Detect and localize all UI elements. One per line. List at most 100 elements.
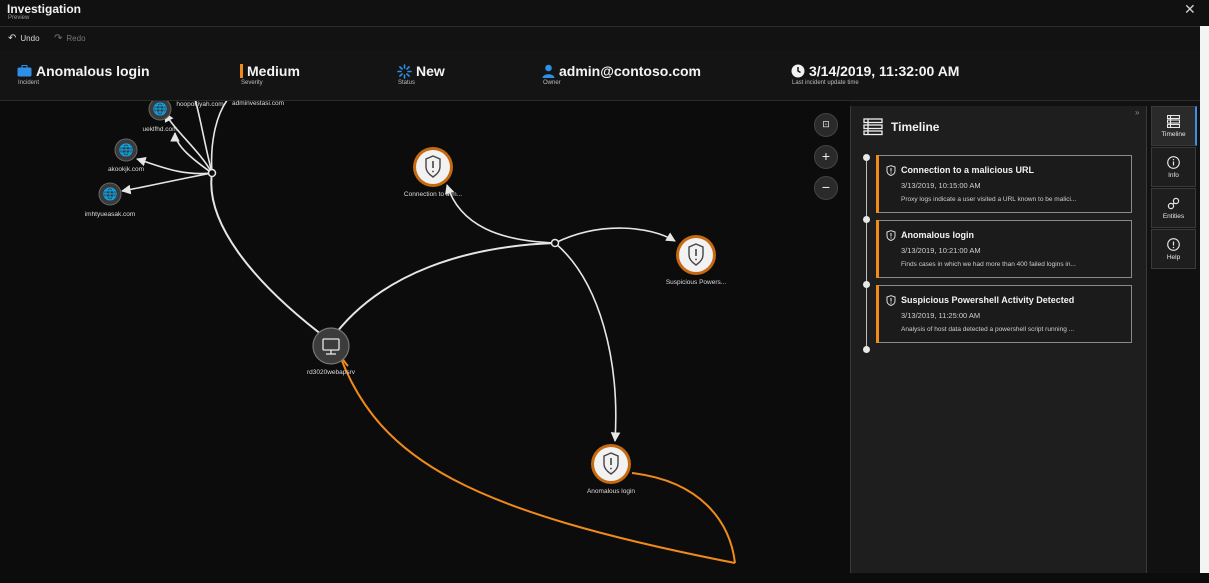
timeline-list-icon: [863, 118, 883, 136]
updated-value: 3/14/2019, 11:32:00 AM: [809, 63, 960, 79]
fit-to-screen-button[interactable]: ⊡: [814, 113, 838, 137]
entities-link-icon: [1167, 197, 1180, 210]
bottom-strip: [0, 573, 1209, 583]
node-alert-connection[interactable]: [413, 147, 453, 187]
timeline-header: Timeline: [863, 118, 939, 136]
status-label: Status: [398, 80, 416, 86]
node-alert-anomalous[interactable]: [591, 444, 631, 484]
rail-entities-button[interactable]: Entities: [1151, 188, 1196, 228]
window-subtitle: Preview: [8, 15, 30, 21]
user-icon: [542, 64, 555, 78]
timeline-item[interactable]: Anomalous login 3/13/2019, 10:21:00 AM F…: [876, 220, 1132, 278]
severity-accent: [876, 285, 879, 343]
help-icon: [1167, 238, 1180, 251]
zoom-in-button[interactable]: +: [814, 145, 838, 169]
edge-hub2-connection: [445, 184, 556, 244]
window-edge: [1200, 26, 1209, 583]
alert-shield-icon: [886, 165, 896, 176]
collapse-panel-button[interactable]: »: [1135, 108, 1139, 117]
alert-shield-icon: [886, 230, 896, 241]
undo-label: Undo: [20, 34, 40, 43]
rail-info-button[interactable]: Info: [1151, 147, 1196, 187]
incident-briefcase-icon: [17, 65, 32, 77]
timeline-item-date: 3/13/2019, 10:21:00 AM: [901, 246, 981, 255]
rail-timeline-button[interactable]: Timeline: [1151, 106, 1197, 146]
rail-entities-label: Entities: [1162, 213, 1185, 220]
redo-button[interactable]: ↷ Redo: [54, 33, 86, 44]
edge-host-hub2: [329, 242, 556, 342]
toolbar: ↶ Undo ↷ Redo: [0, 26, 1200, 52]
status-block: New Status: [397, 63, 445, 86]
node-label-host: rd3020webapsrv: [306, 369, 356, 376]
redo-icon: ↷: [54, 33, 63, 44]
undo-button[interactable]: ↶ Undo: [8, 33, 40, 44]
timeline-item-date: 3/13/2019, 10:15:00 AM: [901, 181, 981, 190]
timeline-dot-2: [863, 281, 870, 288]
edge-host-anomalous-orange: [339, 355, 736, 564]
severity-value: Medium: [247, 63, 300, 79]
node-host[interactable]: [312, 327, 350, 365]
edge-hub1-domain5: [210, 101, 228, 174]
timeline-item-desc: Finds cases in which we had more than 40…: [901, 261, 1076, 268]
severity-label: Severity: [241, 80, 263, 86]
timeline-dot-3: [863, 346, 870, 353]
info-icon: [1167, 156, 1180, 169]
window-title: Investigation: [7, 2, 82, 16]
status-value: New: [416, 63, 445, 79]
timeline-item-title: Connection to a malicious URL: [901, 165, 1035, 175]
timeline-item-date: 3/13/2019, 11:25:00 AM: [901, 311, 981, 320]
node-label-powershell: Suspicious Powers...: [665, 279, 727, 286]
severity-accent: [876, 220, 879, 278]
node-domain-1[interactable]: 🌐: [148, 101, 172, 121]
graph-hub-1: [207, 168, 217, 178]
owner-label: Owner: [543, 80, 561, 86]
title-bar: Investigation Preview ✕: [0, 0, 1209, 26]
close-icon[interactable]: ✕: [1184, 1, 1196, 18]
timeline-item-title: Suspicious Powershell Activity Detected: [901, 295, 1075, 305]
incident-name: Anomalous login: [36, 63, 150, 79]
undo-icon: ↶: [8, 33, 17, 44]
rail-timeline-label: Timeline: [1161, 131, 1186, 138]
timeline-item-title: Anomalous login: [901, 230, 974, 240]
node-domain-3[interactable]: 🌐: [114, 138, 138, 162]
node-alert-powershell[interactable]: [676, 235, 716, 275]
node-label-domain-2: ueklfhd.com: [142, 126, 178, 133]
timeline-item[interactable]: Suspicious Powershell Activity Detected …: [876, 285, 1132, 343]
svg-text:🌐: 🌐: [153, 102, 168, 116]
status-new-icon: [397, 63, 412, 79]
timeline-title: Timeline: [891, 120, 940, 134]
timeline-list-icon: [1167, 115, 1180, 128]
timeline-item[interactable]: Connection to a malicious URL 3/13/2019,…: [876, 155, 1132, 213]
rail-help-label: Help: [1166, 254, 1181, 261]
incident-header: Anomalous login Incident Medium Severity…: [0, 50, 1200, 101]
owner-block: admin@contoso.com Owner: [542, 63, 701, 86]
side-rail: Timeline Info Entities Help: [1151, 106, 1197, 269]
severity-accent: [876, 155, 879, 213]
updated-block: 3/14/2019, 11:32:00 AM Last incident upd…: [791, 63, 959, 86]
timeline-item-desc: Proxy logs indicate a user visited a URL…: [901, 196, 1077, 203]
node-label-domain-1: hoopoitiyah.com: [176, 101, 224, 108]
graph-svg: 🌐 🌐 🌐: [98, 101, 736, 564]
edge-hub2-anomalous: [554, 242, 621, 442]
svg-text:🌐: 🌐: [119, 143, 134, 157]
incident-name-label: Incident: [18, 80, 40, 86]
node-label-anomalous: Anomalous login: [586, 488, 636, 495]
investigation-graph[interactable]: 🌐 🌐 🌐 hoopoitiyah.com ueklfhd.com akookj…: [0, 100, 850, 583]
updated-label: Last incident update time: [792, 80, 859, 86]
zoom-out-button[interactable]: −: [814, 176, 838, 200]
rail-help-button[interactable]: Help: [1151, 229, 1196, 269]
alert-shield-icon: [886, 295, 896, 306]
timeline-item-desc: Analysis of host data detected a powersh…: [901, 326, 1075, 333]
node-domain-4[interactable]: 🌐: [98, 182, 122, 206]
svg-text:🌐: 🌐: [103, 187, 118, 201]
edge-hub1-domain4: [121, 172, 213, 195]
node-label-domain-3: akookjk.com: [107, 166, 145, 173]
owner-value: admin@contoso.com: [559, 63, 701, 79]
graph-hub-2: [550, 238, 560, 248]
incident-name-block: Anomalous login Incident: [17, 63, 150, 86]
node-label-connection: Connection to a m...: [403, 191, 463, 198]
timeline-dot-start: [863, 154, 870, 161]
clock-icon: [791, 64, 805, 78]
edge-host-hub1: [210, 172, 331, 342]
edge-anomalous-loop-orange: [631, 472, 736, 564]
